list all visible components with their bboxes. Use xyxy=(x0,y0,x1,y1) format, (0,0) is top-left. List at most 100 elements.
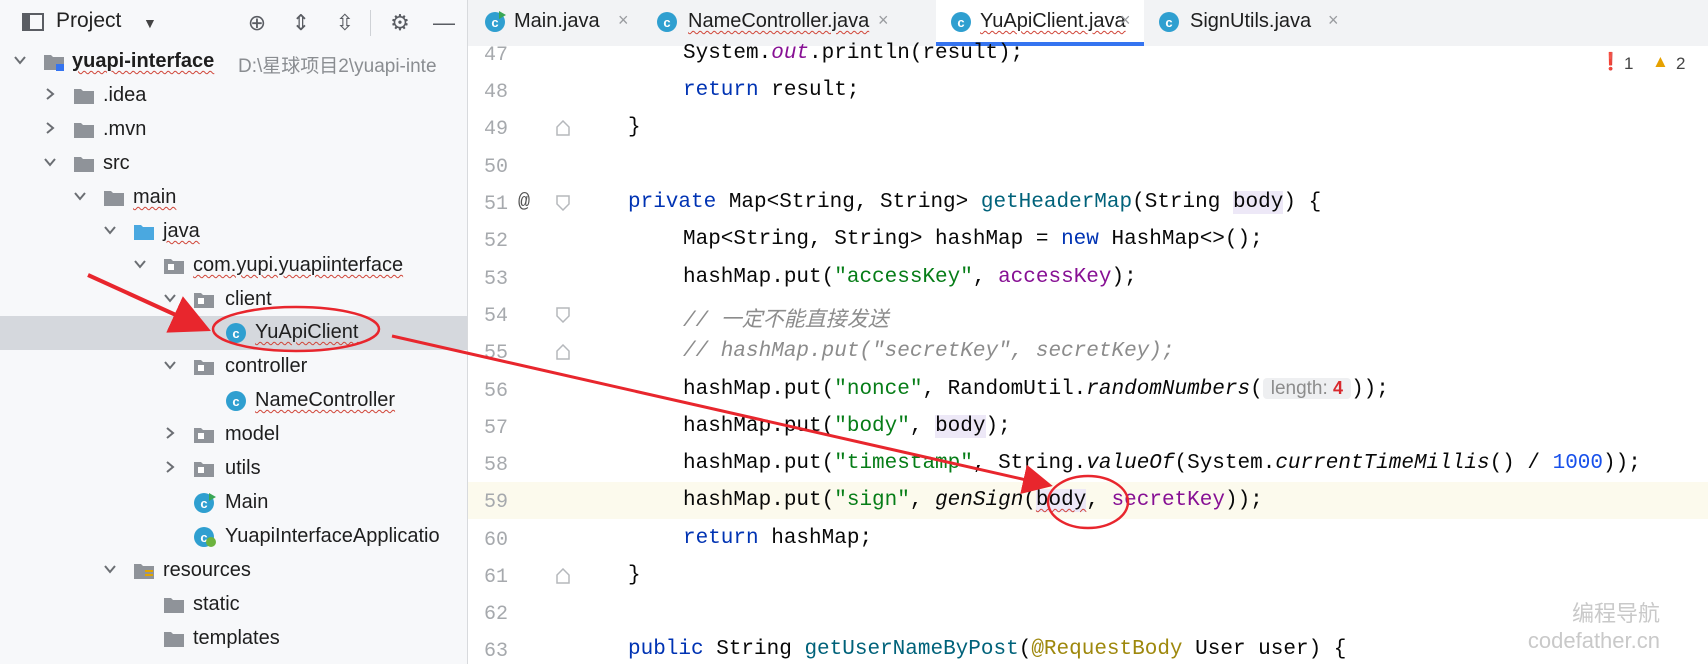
tree-item-src[interactable]: src xyxy=(0,147,467,181)
gear-icon[interactable]: ⚙ xyxy=(388,11,412,35)
tree-item-label: controller xyxy=(225,355,308,377)
tree-item-label: static xyxy=(193,593,240,615)
chevron-right-icon[interactable] xyxy=(163,426,177,440)
inspection-widget[interactable]: ❗ 1 ▲ 2 xyxy=(1588,52,1708,78)
chevron-down-icon[interactable] xyxy=(103,223,117,237)
tree-item-controller[interactable]: controller xyxy=(0,350,467,384)
tree-item-mvn[interactable]: .mvn xyxy=(0,113,467,147)
chevron-down-icon[interactable] xyxy=(73,189,87,203)
tree-item-label: YuapiInterfaceApplicatio xyxy=(225,525,440,547)
class-icon: c xyxy=(226,323,246,343)
package-icon xyxy=(164,259,184,274)
line-number: 51 xyxy=(483,193,508,216)
tree-item-label: com.yupi.yuapiinterface xyxy=(193,254,404,276)
package-icon xyxy=(194,462,214,477)
line-number: 62 xyxy=(483,603,508,626)
module-folder-icon xyxy=(44,55,64,71)
tab-label: YuApiClient.java xyxy=(980,10,1126,32)
fold-start-icon[interactable] xyxy=(556,307,570,323)
fold-start-icon[interactable] xyxy=(556,195,570,211)
tree-item-resources[interactable]: resources xyxy=(0,554,467,588)
tree-item-templates[interactable]: templates xyxy=(0,622,467,656)
spring-class-icon: c xyxy=(194,527,216,547)
svg-text:c: c xyxy=(232,394,239,409)
tree-item-label: utils xyxy=(225,457,261,479)
chevron-down-icon[interactable] xyxy=(13,53,27,67)
code-line-49: } xyxy=(628,116,641,139)
chevron-down-icon[interactable] xyxy=(163,291,177,305)
chevron-down-icon[interactable] xyxy=(103,562,117,576)
svg-text:c: c xyxy=(957,15,964,30)
line-number: 56 xyxy=(483,380,508,403)
code-line-56: hashMap.put("nonce", RandomUtil.randomNu… xyxy=(683,378,1389,401)
tree-item-utils[interactable]: utils xyxy=(0,452,467,486)
expand-all-icon[interactable]: ⇕ xyxy=(289,11,313,35)
code-line-58: hashMap.put("timestamp", String.valueOf(… xyxy=(683,452,1641,475)
tree-item-namecontroller[interactable]: c NameController xyxy=(0,384,467,418)
close-icon[interactable]: × xyxy=(878,10,889,31)
chevron-down-icon[interactable] xyxy=(163,358,177,372)
line-number: 59 xyxy=(483,491,508,514)
tab-label: Main.java xyxy=(514,10,600,32)
code-line-59: hashMap.put("sign", genSign(body, secret… xyxy=(683,489,1263,512)
chevron-down-icon[interactable] xyxy=(133,257,147,271)
svg-text:c: c xyxy=(663,15,670,30)
tree-item-main[interactable]: main xyxy=(0,181,467,215)
close-icon[interactable]: × xyxy=(1120,10,1131,31)
folder-icon xyxy=(104,191,124,206)
svg-text:c: c xyxy=(232,326,239,341)
locate-icon[interactable]: ⊕ xyxy=(245,11,269,35)
tree-item-label: resources xyxy=(163,559,251,581)
tree-item-client[interactable]: client xyxy=(0,283,467,317)
folder-icon xyxy=(164,598,184,613)
implements-at-icon[interactable]: @ xyxy=(518,191,530,214)
module-path: D:\星球项目2\yuapi-inte xyxy=(238,56,437,77)
close-icon[interactable]: × xyxy=(618,10,629,31)
chevron-down-icon[interactable]: ▼ xyxy=(143,15,157,31)
chevron-right-icon[interactable] xyxy=(163,460,177,474)
chevron-down-icon[interactable] xyxy=(43,155,57,169)
watermark-line-2: codefather.cn xyxy=(1527,628,1660,653)
tab-label: SignUtils.java xyxy=(1190,10,1312,32)
tree-item-model[interactable]: model xyxy=(0,418,467,452)
tree-item-application[interactable]: c YuapiInterfaceApplicatio xyxy=(0,520,467,554)
tab-label: NameController.java xyxy=(688,10,870,32)
close-icon[interactable]: × xyxy=(1328,10,1339,31)
error-icon: ❗ xyxy=(1600,52,1622,71)
tree-item-main-class[interactable]: c Main xyxy=(0,486,467,520)
tab-yuapiclient-java[interactable]: c YuApiClient.java × xyxy=(936,0,1144,46)
tree-item-label: NameController xyxy=(255,389,396,411)
chevron-right-icon[interactable] xyxy=(43,87,57,101)
line-number: 61 xyxy=(483,566,508,589)
project-view-title[interactable]: Project xyxy=(56,9,121,33)
tree-item-package[interactable]: com.yupi.yuapiinterface xyxy=(0,249,467,283)
tree-item-label: YuApiClient xyxy=(255,321,359,343)
tab-signutils-java[interactable]: c SignUtils.java × xyxy=(1158,0,1348,46)
fold-end-icon[interactable] xyxy=(556,568,570,584)
tree-item-static[interactable]: static xyxy=(0,588,467,622)
svg-text:c: c xyxy=(200,496,207,511)
collapse-all-icon[interactable]: ⇳ xyxy=(333,11,357,35)
chevron-right-icon[interactable] xyxy=(43,121,57,135)
line-number: 50 xyxy=(483,156,508,179)
tree-item-java[interactable]: java xyxy=(0,215,467,249)
code-line-63: public String getUserNameByPost(@Request… xyxy=(628,638,1347,661)
folder-icon xyxy=(74,89,94,104)
tree-item-yuapi-interface[interactable]: yuapi-interface D:\星球项目2\yuapi-inte xyxy=(0,45,467,79)
tree-item-label: client xyxy=(225,288,272,310)
class-icon: c xyxy=(657,12,677,32)
tree-item-label: Main xyxy=(225,491,269,513)
minimize-icon[interactable]: — xyxy=(432,11,456,35)
tree-item-label: .idea xyxy=(103,84,147,106)
code-line-53: hashMap.put("accessKey", accessKey); xyxy=(683,266,1137,289)
fold-end-icon[interactable] xyxy=(556,344,570,360)
tab-namecontroller-java[interactable]: c NameController.java × xyxy=(656,0,906,46)
tab-main-java[interactable]: c Main.java × xyxy=(468,0,638,46)
class-icon: c xyxy=(951,12,971,32)
tree-item-idea[interactable]: .idea xyxy=(0,79,467,113)
tree-item-yuapiclient[interactable]: c YuApiClient xyxy=(0,316,467,350)
fold-end-icon[interactable] xyxy=(556,120,570,136)
code-line-60: return hashMap; xyxy=(683,527,873,550)
line-number: 53 xyxy=(483,268,508,291)
package-icon xyxy=(194,428,214,443)
